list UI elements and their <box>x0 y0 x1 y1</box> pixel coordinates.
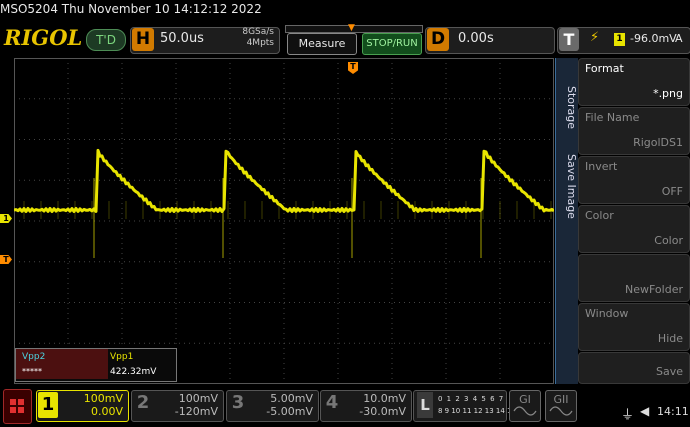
ch4-offset: -30.0mV <box>359 405 406 418</box>
trigger-level-value: -96.0mV <box>630 32 677 45</box>
stop-run-button[interactable]: STOP/RUN <box>362 33 422 55</box>
menu-item-color[interactable]: Color Color <box>578 205 690 253</box>
menu-item-label: Invert <box>585 160 618 173</box>
vpp1-label: Vpp1 <box>110 352 134 362</box>
digital-channels-8-15: 8 9 10 11 12 13 14 15 <box>438 407 516 415</box>
side-menu: Format *.png File Name RigolDS1 Invert O… <box>578 58 690 384</box>
menu-item-value: Hide <box>657 332 683 345</box>
tab-save-image[interactable]: Save Image <box>556 146 578 226</box>
delay-value: 0.00s <box>458 31 494 46</box>
menu-item-window[interactable]: Window Hide <box>578 303 690 351</box>
generator-2-button[interactable]: GII <box>545 390 577 422</box>
sample-info: 8GSa/s 4Mpts <box>228 27 274 49</box>
ch2-scale: 100mV <box>178 392 218 405</box>
menu-item-value: Save <box>655 365 683 378</box>
sine-wave-icon <box>549 406 573 416</box>
sine-wave-icon <box>513 406 537 416</box>
ch2-number: 2 <box>136 392 150 413</box>
memory-depth: 4Mpts <box>246 38 274 48</box>
apps-icon <box>10 399 24 413</box>
ch1-scale: 100mV <box>83 392 123 405</box>
vpp2-label: Vpp2 <box>22 352 46 362</box>
trigger-source-channel: 1 <box>614 33 625 46</box>
menu-item-label: Color <box>585 209 614 222</box>
trigger-mode: A <box>675 32 683 45</box>
logic-analyzer-letter: L <box>417 392 433 418</box>
memory-position-arrow-icon: ▼ <box>348 23 355 33</box>
ch4-scale: 10.0mV <box>363 392 406 405</box>
menu-item-label: Format <box>585 62 624 75</box>
menu-item-invert[interactable]: Invert OFF <box>578 156 690 204</box>
device-model-datetime: MSO5204 Thu November 10 14:12:12 2022 <box>0 2 262 16</box>
system-clock: 14:11 <box>657 405 689 418</box>
horizontal-letter: H <box>132 28 154 51</box>
usb-icon: ⏚ <box>621 408 635 423</box>
delay-letter: D <box>427 28 449 51</box>
ch1-offset: 0.00V <box>90 405 123 418</box>
speaker-icon[interactable]: ◀ <box>640 404 649 418</box>
waveform-display[interactable] <box>14 58 554 384</box>
rigol-logo: RIGOL <box>4 25 83 50</box>
generator-2-label: GII <box>553 393 569 406</box>
menu-item-save[interactable]: Save <box>578 352 690 384</box>
ch4-number: 4 <box>325 392 339 413</box>
tab-storage[interactable]: Storage <box>556 78 578 138</box>
menu-title-tabs: Storage Save Image <box>555 58 578 384</box>
menu-item-value: Color <box>654 234 683 247</box>
vpp2-value: ***** <box>22 367 42 376</box>
sample-rate: 8GSa/s <box>242 27 274 37</box>
generator-1-label: GI <box>519 393 531 406</box>
menu-item-value: RigolDS1 <box>633 136 683 149</box>
digital-channels-0-7: 0 1 2 3 4 5 6 7 <box>438 395 505 403</box>
ch3-number: 3 <box>231 392 245 413</box>
ch3-scale: 5.00mV <box>270 392 313 405</box>
vpp1-value: 422.32mV <box>110 367 157 377</box>
ch2-offset: -120mV <box>174 405 218 418</box>
ch1-offset-marker[interactable]: 1 <box>0 214 12 223</box>
menu-item-format[interactable]: Format *.png <box>578 58 690 106</box>
menu-item-label: File Name <box>585 111 640 124</box>
triggered-status-button[interactable]: T'D <box>86 29 126 51</box>
trigger-letter: T <box>559 28 579 51</box>
menu-item-value: *.png <box>653 87 683 100</box>
menu-item-file-name[interactable]: File Name RigolDS1 <box>578 107 690 155</box>
rising-edge-trigger-icon: ⚡ <box>590 30 600 45</box>
menu-item-new-folder[interactable]: NewFolder <box>578 254 690 302</box>
timebase-value: 50.0us <box>160 31 204 46</box>
trigger-level-marker[interactable]: T <box>0 255 12 264</box>
ch3-offset: -5.00mV <box>266 405 313 418</box>
ch1-number: 1 <box>38 392 58 418</box>
generator-1-button[interactable]: GI <box>509 390 541 422</box>
menu-item-value: OFF <box>661 185 683 198</box>
menu-item-label: Window <box>585 307 629 320</box>
home-grid-icon[interactable] <box>3 389 32 424</box>
measure-button[interactable]: Measure <box>287 33 357 55</box>
menu-item-value: NewFolder <box>625 283 683 296</box>
